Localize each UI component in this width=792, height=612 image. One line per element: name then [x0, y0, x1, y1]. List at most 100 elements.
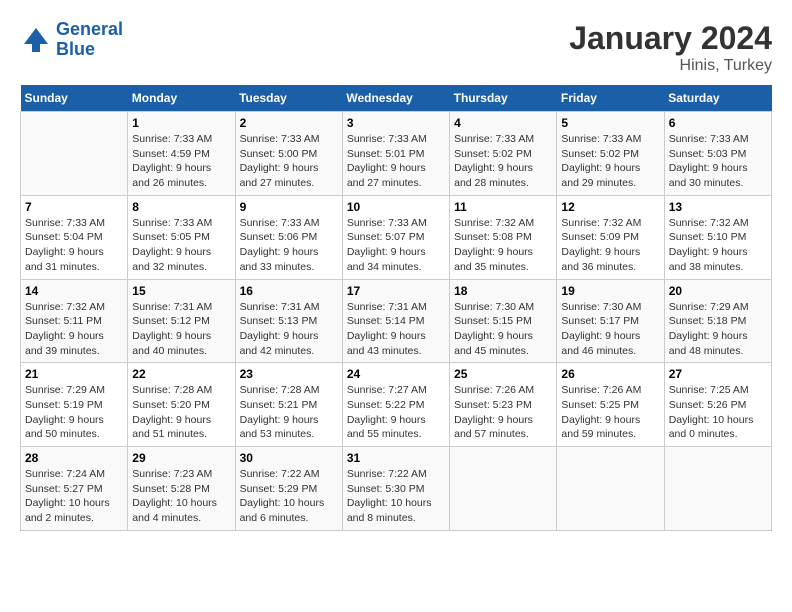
day-number: 2 — [240, 116, 338, 130]
day-info: Sunrise: 7:32 AM Sunset: 5:09 PM Dayligh… — [561, 216, 659, 275]
day-cell: 20 Sunrise: 7:29 AM Sunset: 5:18 PM Dayli… — [664, 279, 771, 363]
day-cell: 4 Sunrise: 7:33 AM Sunset: 5:02 PM Daylig… — [450, 112, 557, 196]
day-number: 17 — [347, 284, 445, 298]
page-subtitle: Hinis, Turkey — [569, 57, 772, 75]
day-info: Sunrise: 7:33 AM Sunset: 5:02 PM Dayligh… — [561, 132, 659, 191]
logo-text: General Blue — [56, 20, 123, 60]
day-number: 30 — [240, 451, 338, 465]
day-number: 5 — [561, 116, 659, 130]
day-number: 8 — [132, 200, 230, 214]
day-info: Sunrise: 7:33 AM Sunset: 5:02 PM Dayligh… — [454, 132, 552, 191]
day-number: 3 — [347, 116, 445, 130]
day-cell: 11 Sunrise: 7:32 AM Sunset: 5:08 PM Dayli… — [450, 195, 557, 279]
day-cell: 30 Sunrise: 7:22 AM Sunset: 5:29 PM Dayli… — [235, 447, 342, 531]
day-info: Sunrise: 7:33 AM Sunset: 5:03 PM Dayligh… — [669, 132, 767, 191]
day-cell: 19 Sunrise: 7:30 AM Sunset: 5:17 PM Dayli… — [557, 279, 664, 363]
day-cell: 26Sunrise: 7:26 AM Sunset: 5:25 PM Dayli… — [557, 363, 664, 447]
day-number: 21 — [25, 367, 123, 381]
day-info: Sunrise: 7:33 AM Sunset: 4:59 PM Dayligh… — [132, 132, 230, 191]
day-info: Sunrise: 7:31 AM Sunset: 5:13 PM Dayligh… — [240, 300, 338, 359]
day-cell: 12 Sunrise: 7:32 AM Sunset: 5:09 PM Dayli… — [557, 195, 664, 279]
logo: General Blue — [20, 20, 123, 60]
day-cell: 9 Sunrise: 7:33 AM Sunset: 5:06 PM Daylig… — [235, 195, 342, 279]
day-info: Sunrise: 7:25 AM Sunset: 5:26 PM Dayligh… — [669, 383, 767, 442]
week-row-5: 28 Sunrise: 7:24 AM Sunset: 5:27 PM Dayli… — [21, 447, 772, 531]
day-number: 11 — [454, 200, 552, 214]
calendar-header: SundayMondayTuesdayWednesdayThursdayFrid… — [21, 85, 772, 112]
day-info: Sunrise: 7:22 AM Sunset: 5:29 PM Dayligh… — [240, 467, 338, 526]
logo-icon — [20, 24, 52, 56]
day-info: Sunrise: 7:33 AM Sunset: 5:00 PM Dayligh… — [240, 132, 338, 191]
header-row: SundayMondayTuesdayWednesdayThursdayFrid… — [21, 85, 772, 112]
day-info: Sunrise: 7:32 AM Sunset: 5:08 PM Dayligh… — [454, 216, 552, 275]
day-number: 16 — [240, 284, 338, 298]
day-cell: 8 Sunrise: 7:33 AM Sunset: 5:05 PM Daylig… — [128, 195, 235, 279]
day-info: Sunrise: 7:27 AM Sunset: 5:22 PM Dayligh… — [347, 383, 445, 442]
day-cell: 6Sunrise: 7:33 AM Sunset: 5:03 PM Daylig… — [664, 112, 771, 196]
week-row-3: 14 Sunrise: 7:32 AM Sunset: 5:11 PM Dayli… — [21, 279, 772, 363]
day-number: 19 — [561, 284, 659, 298]
day-info: Sunrise: 7:23 AM Sunset: 5:28 PM Dayligh… — [132, 467, 230, 526]
day-number: 4 — [454, 116, 552, 130]
day-info: Sunrise: 7:29 AM Sunset: 5:18 PM Dayligh… — [669, 300, 767, 359]
day-cell — [664, 447, 771, 531]
day-info: Sunrise: 7:26 AM Sunset: 5:25 PM Dayligh… — [561, 383, 659, 442]
day-number: 7 — [25, 200, 123, 214]
day-cell: 31Sunrise: 7:22 AM Sunset: 5:30 PM Dayli… — [342, 447, 449, 531]
day-number: 14 — [25, 284, 123, 298]
day-info: Sunrise: 7:32 AM Sunset: 5:10 PM Dayligh… — [669, 216, 767, 275]
column-header-tuesday: Tuesday — [235, 85, 342, 112]
day-cell — [21, 112, 128, 196]
day-info: Sunrise: 7:29 AM Sunset: 5:19 PM Dayligh… — [25, 383, 123, 442]
day-cell: 15 Sunrise: 7:31 AM Sunset: 5:12 PM Dayli… — [128, 279, 235, 363]
day-number: 20 — [669, 284, 767, 298]
day-info: Sunrise: 7:24 AM Sunset: 5:27 PM Dayligh… — [25, 467, 123, 526]
day-number: 28 — [25, 451, 123, 465]
logo-line1: General — [56, 19, 123, 39]
day-number: 25 — [454, 367, 552, 381]
day-cell: 28 Sunrise: 7:24 AM Sunset: 5:27 PM Dayli… — [21, 447, 128, 531]
day-cell — [557, 447, 664, 531]
day-cell: 5 Sunrise: 7:33 AM Sunset: 5:02 PM Daylig… — [557, 112, 664, 196]
day-info: Sunrise: 7:22 AM Sunset: 5:30 PM Dayligh… — [347, 467, 445, 526]
day-cell: 16 Sunrise: 7:31 AM Sunset: 5:13 PM Dayli… — [235, 279, 342, 363]
day-info: Sunrise: 7:33 AM Sunset: 5:04 PM Dayligh… — [25, 216, 123, 275]
day-info: Sunrise: 7:33 AM Sunset: 5:05 PM Dayligh… — [132, 216, 230, 275]
day-info: Sunrise: 7:33 AM Sunset: 5:07 PM Dayligh… — [347, 216, 445, 275]
day-cell: 13Sunrise: 7:32 AM Sunset: 5:10 PM Dayli… — [664, 195, 771, 279]
day-cell: 7 Sunrise: 7:33 AM Sunset: 5:04 PM Daylig… — [21, 195, 128, 279]
day-cell: 18 Sunrise: 7:30 AM Sunset: 5:15 PM Dayli… — [450, 279, 557, 363]
day-info: Sunrise: 7:31 AM Sunset: 5:12 PM Dayligh… — [132, 300, 230, 359]
day-number: 29 — [132, 451, 230, 465]
day-info: Sunrise: 7:33 AM Sunset: 5:01 PM Dayligh… — [347, 132, 445, 191]
day-info: Sunrise: 7:32 AM Sunset: 5:11 PM Dayligh… — [25, 300, 123, 359]
day-cell — [450, 447, 557, 531]
day-number: 27 — [669, 367, 767, 381]
page-title: January 2024 — [569, 20, 772, 57]
logo-line2: Blue — [56, 39, 95, 59]
day-info: Sunrise: 7:30 AM Sunset: 5:15 PM Dayligh… — [454, 300, 552, 359]
calendar-table: SundayMondayTuesdayWednesdayThursdayFrid… — [20, 85, 772, 531]
day-info: Sunrise: 7:30 AM Sunset: 5:17 PM Dayligh… — [561, 300, 659, 359]
page-header: General Blue January 2024 Hinis, Turkey — [20, 20, 772, 75]
title-block: January 2024 Hinis, Turkey — [569, 20, 772, 75]
day-info: Sunrise: 7:33 AM Sunset: 5:06 PM Dayligh… — [240, 216, 338, 275]
day-number: 24 — [347, 367, 445, 381]
day-cell: 27 Sunrise: 7:25 AM Sunset: 5:26 PM Dayli… — [664, 363, 771, 447]
day-info: Sunrise: 7:28 AM Sunset: 5:20 PM Dayligh… — [132, 383, 230, 442]
day-cell: 24 Sunrise: 7:27 AM Sunset: 5:22 PM Dayli… — [342, 363, 449, 447]
day-number: 9 — [240, 200, 338, 214]
day-number: 15 — [132, 284, 230, 298]
column-header-wednesday: Wednesday — [342, 85, 449, 112]
week-row-1: 1 Sunrise: 7:33 AM Sunset: 4:59 PM Daylig… — [21, 112, 772, 196]
column-header-thursday: Thursday — [450, 85, 557, 112]
day-cell: 25Sunrise: 7:26 AM Sunset: 5:23 PM Dayli… — [450, 363, 557, 447]
day-number: 18 — [454, 284, 552, 298]
day-cell: 17Sunrise: 7:31 AM Sunset: 5:14 PM Dayli… — [342, 279, 449, 363]
calendar-body: 1 Sunrise: 7:33 AM Sunset: 4:59 PM Daylig… — [21, 112, 772, 531]
day-cell: 10Sunrise: 7:33 AM Sunset: 5:07 PM Dayli… — [342, 195, 449, 279]
day-number: 12 — [561, 200, 659, 214]
day-number: 1 — [132, 116, 230, 130]
column-header-sunday: Sunday — [21, 85, 128, 112]
day-number: 22 — [132, 367, 230, 381]
